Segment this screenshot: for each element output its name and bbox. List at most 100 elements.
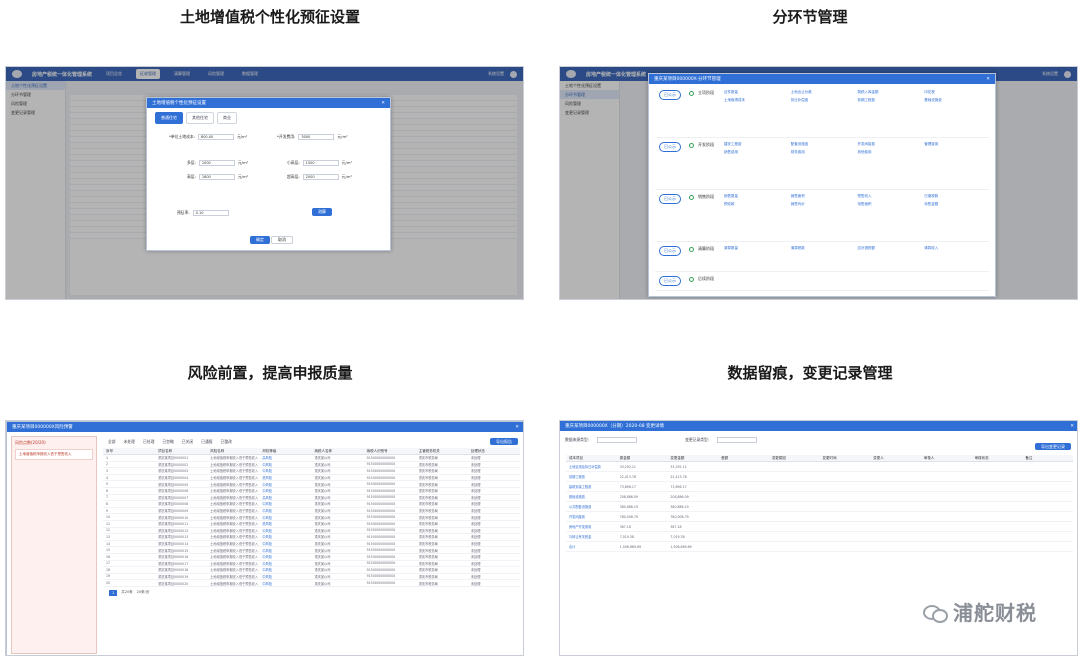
table-cell[interactable]: 中风险 <box>259 468 311 473</box>
table-cell[interactable]: 中风险 <box>259 462 311 467</box>
calculate-button[interactable]: 测算 <box>312 208 332 216</box>
metric-item[interactable]: 管理费用 <box>924 142 985 147</box>
table-cell[interactable]: 中风险 <box>259 574 311 579</box>
table-row[interactable]: 15 重庆某项目0000015 土地增值税申报收入低于预售收入 中风险 重庆某公司 915… <box>103 547 520 554</box>
metric-item[interactable]: 配套设施费 <box>791 142 852 147</box>
metric-item[interactable]: 销售面积 <box>791 194 852 199</box>
table-row[interactable]: 13 重庆某项目0000013 土地增值税申报收入低于预售收入 中风险 重庆某公司 915… <box>103 534 520 541</box>
filter-option[interactable]: 已整改 <box>221 439 232 445</box>
table-row[interactable]: 14 重庆某项目0000014 土地增值税申报收入低于预售收入 中风险 重庆某公司 915… <box>103 541 520 548</box>
stage-status-tag[interactable]: 已公示 <box>659 246 681 256</box>
metric-item[interactable]: 前期工程费 <box>858 98 919 103</box>
table-row[interactable]: 1 重庆某项目0000001 土地增值税申报收入低于预售收入 高风险 重庆某公司 9150… <box>103 455 520 462</box>
table-row[interactable]: 18 重庆某项目0000018 土地增值税申报收入低于预售收入 中风险 重庆某公司 915… <box>103 567 520 574</box>
table-cell[interactable]: 中风险 <box>259 554 311 559</box>
metric-item[interactable]: 预收款 <box>724 202 785 207</box>
tab-other-residential[interactable]: 其他住宅 <box>186 112 214 124</box>
filter-option[interactable]: 全部 <box>108 439 116 445</box>
type-filter-select[interactable] <box>717 437 758 443</box>
close-icon[interactable]: ✕ <box>515 425 519 430</box>
table-row[interactable]: 10 重庆某项目0000010 土地增值税申报收入低于预售收入 中风险 重庆某公司 915… <box>103 514 520 521</box>
table-row[interactable]: 17 重庆某项目0000017 土地增值税申报收入低于预售收入 中风险 重庆某公司 915… <box>103 561 520 568</box>
page-current[interactable]: 1 <box>109 589 118 596</box>
metric-item[interactable]: 清算收入 <box>924 246 985 251</box>
stage-status-tag[interactable]: 已公示 <box>659 276 681 286</box>
page-size[interactable]: 20条/页 <box>137 590 150 595</box>
table-cell[interactable]: 中风险 <box>259 548 311 553</box>
field-input[interactable]: 1500 <box>302 160 339 166</box>
filter-option[interactable]: 已忽略 <box>162 439 173 445</box>
table-cell[interactable]: 中风险 <box>259 567 311 572</box>
filter-option[interactable]: 已通报 <box>201 439 212 445</box>
table-cell[interactable]: 中风险 <box>259 501 311 506</box>
filter-option[interactable]: 已关闭 <box>182 439 193 445</box>
metric-item[interactable]: 证件数量 <box>724 90 785 95</box>
field-input[interactable]: 1800 <box>198 174 235 180</box>
table-cell[interactable]: 高风险 <box>259 455 311 460</box>
stage-status-tag[interactable]: 已公示 <box>659 90 681 100</box>
tab-commercial[interactable]: 商业 <box>217 112 237 124</box>
metric-item[interactable]: 建安工程费 <box>724 142 785 147</box>
table-cell[interactable]: 中风险 <box>259 534 311 539</box>
table-cell[interactable]: 中风险 <box>259 515 311 520</box>
table-row[interactable]: 5 重庆某项目0000005 土地增值税申报收入低于预售收入 中风险 重庆某公司 9150… <box>103 481 520 488</box>
metric-item[interactable]: 其他费用 <box>858 150 919 155</box>
table-row[interactable]: 20 重庆某项目0000020 土地增值税申报收入低于预售收入 中风险 重庆某公司 915… <box>103 580 520 587</box>
table-cell[interactable]: 中风险 <box>259 482 311 487</box>
metric-item[interactable]: 待售金额 <box>924 202 985 207</box>
stage-status-tag[interactable]: 已公示 <box>659 194 681 204</box>
table-row[interactable]: 19 重庆某项目0000019 土地增值税申报收入低于预售收入 中风险 重庆某公司 915… <box>103 574 520 581</box>
table-cell[interactable]: 中风险 <box>259 528 311 533</box>
table-cell[interactable]: 低风险 <box>259 521 311 526</box>
metric-item[interactable]: 契税入库金额 <box>858 90 919 95</box>
metric-item[interactable]: 销售数量 <box>724 194 785 199</box>
cancel-button[interactable]: 取消 <box>271 236 293 244</box>
table-cell[interactable]: 中风险 <box>259 488 311 493</box>
metric-item[interactable]: 土地出让价款 <box>791 90 852 95</box>
metric-item[interactable]: 销售费用 <box>724 150 785 155</box>
field-input[interactable]: 1000 <box>198 160 235 166</box>
metric-item[interactable]: 土地取得成本 <box>724 98 785 103</box>
table-cell[interactable]: 低风险 <box>259 475 311 480</box>
stage-status-tag[interactable]: 已公示 <box>659 142 681 152</box>
metric-item[interactable]: 预售收入 <box>858 194 919 199</box>
table-row[interactable]: 11 重庆某项目0000011 土地增值税申报收入低于预售收入 低风险 重庆某公司 915… <box>103 521 520 528</box>
metric-item[interactable]: 清算税款 <box>791 246 852 251</box>
close-icon[interactable]: ✕ <box>381 101 385 106</box>
table-cell[interactable]: 中风险 <box>259 508 311 513</box>
tab-ordinary-residential[interactable]: 普通住宅 <box>155 112 183 124</box>
metric-item[interactable]: 待售面积 <box>858 202 919 207</box>
field-input[interactable]: 3000 <box>298 134 335 140</box>
source-filter-select[interactable] <box>597 437 638 443</box>
table-row[interactable]: 8 重庆某项目0000008 土地增值税申报收入低于预售收入 中风险 重庆某公司 9150… <box>103 501 520 508</box>
table-row[interactable]: 2 重庆某项目0000002 土地增值税申报收入低于预售收入 中风险 重庆某公司 9150… <box>103 462 520 469</box>
close-icon[interactable]: ✕ <box>986 77 990 82</box>
risk-item[interactable]: 土地增值税申报收入低于预售收入 <box>15 449 93 460</box>
table-row[interactable]: 12 重庆某项目0000012 土地增值税申报收入低于预售收入 中风险 重庆某公司 915… <box>103 528 520 535</box>
close-icon[interactable]: ✕ <box>1070 424 1074 429</box>
field-input[interactable]: 2000 <box>302 174 339 180</box>
metric-item[interactable]: 拆迁补偿费 <box>791 98 852 103</box>
metric-item[interactable]: 销售均价 <box>791 202 852 207</box>
table-row[interactable]: 7 重庆某项目0000007 土地增值税申报收入低于预售收入 高风险 重庆某公司 9150… <box>103 495 520 502</box>
filter-option[interactable]: 已处理 <box>143 439 154 445</box>
metric-item[interactable]: 已缴税款 <box>924 194 985 199</box>
table-row[interactable]: 4 重庆某项目0000004 土地增值税申报收入低于预售收入 低风险 重庆某公司 9150… <box>103 475 520 482</box>
table-cell[interactable]: 高风险 <box>259 495 311 500</box>
metric-item[interactable]: 基础设施费 <box>924 98 985 103</box>
field-input[interactable]: 800.00 <box>197 134 234 140</box>
export-report-button[interactable]: 导出报告 <box>490 438 518 445</box>
metric-item[interactable]: 应补退税额 <box>858 246 919 251</box>
metric-item[interactable]: 清算数量 <box>724 246 785 251</box>
table-row[interactable]: 3 重庆某项目0000003 土地增值税申报收入低于预售收入 中风险 重庆某公司 9150… <box>103 468 520 475</box>
metric-item[interactable]: 印花税 <box>924 90 985 95</box>
table-row[interactable]: 6 重庆某项目0000006 土地增值税申报收入低于预售收入 中风险 重庆某公司 9150… <box>103 488 520 495</box>
table-cell[interactable]: 中风险 <box>259 561 311 566</box>
table-row[interactable]: 9 重庆某项目0000009 土地增值税申报收入低于预售收入 中风险 重庆某公司 9150… <box>103 508 520 515</box>
confirm-button[interactable]: 确定 <box>250 236 270 244</box>
table-cell[interactable]: 中风险 <box>259 581 311 586</box>
export-changes-button[interactable]: 导出变更记录 <box>1035 443 1071 450</box>
table-row[interactable]: 16 重庆某项目0000016 土地增值税申报收入低于预售收入 中风险 重庆某公司 915… <box>103 554 520 561</box>
table-cell[interactable]: 中风险 <box>259 541 311 546</box>
rate-input[interactable]: 0.10 <box>192 210 229 216</box>
